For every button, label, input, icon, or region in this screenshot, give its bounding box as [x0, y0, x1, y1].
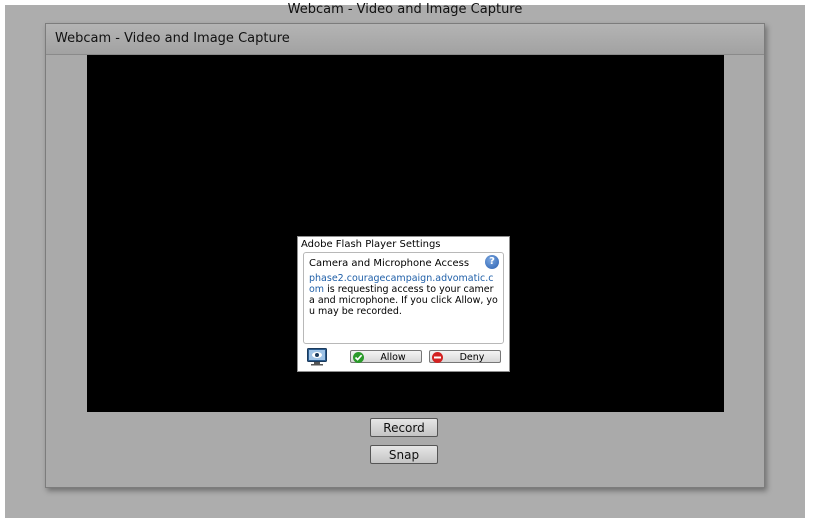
monitor-icon[interactable] — [307, 348, 327, 366]
flash-section-title: Camera and Microphone Access — [309, 258, 470, 269]
window-titlebar[interactable]: Webcam - Video and Image Capture — [46, 24, 764, 55]
allow-button[interactable]: Allow — [350, 350, 422, 363]
allow-label: Allow — [380, 352, 406, 363]
flash-dialog-body: Camera and Microphone Access ? phase2.co… — [303, 252, 504, 344]
check-icon — [353, 352, 364, 363]
help-icon[interactable]: ? — [485, 255, 499, 269]
deny-label: Deny — [459, 352, 485, 363]
flash-message: phase2.couragecampaign.advomatic.com is … — [309, 273, 499, 317]
flash-dialog-header: Adobe Flash Player Settings — [301, 239, 441, 250]
snap-button[interactable]: Snap — [370, 445, 438, 464]
flash-message-text: is requesting access to your camera and … — [309, 284, 498, 317]
minus-icon — [432, 352, 443, 363]
record-button[interactable]: Record — [370, 418, 438, 437]
page: Webcam - Video and Image Capture Webcam … — [0, 0, 818, 518]
flash-settings-dialog: Adobe Flash Player Settings Camera and M… — [297, 236, 510, 372]
page-title: Webcam - Video and Image Capture — [287, 2, 523, 17]
deny-button[interactable]: Deny — [429, 350, 501, 363]
window-title: Webcam - Video and Image Capture — [55, 31, 290, 46]
